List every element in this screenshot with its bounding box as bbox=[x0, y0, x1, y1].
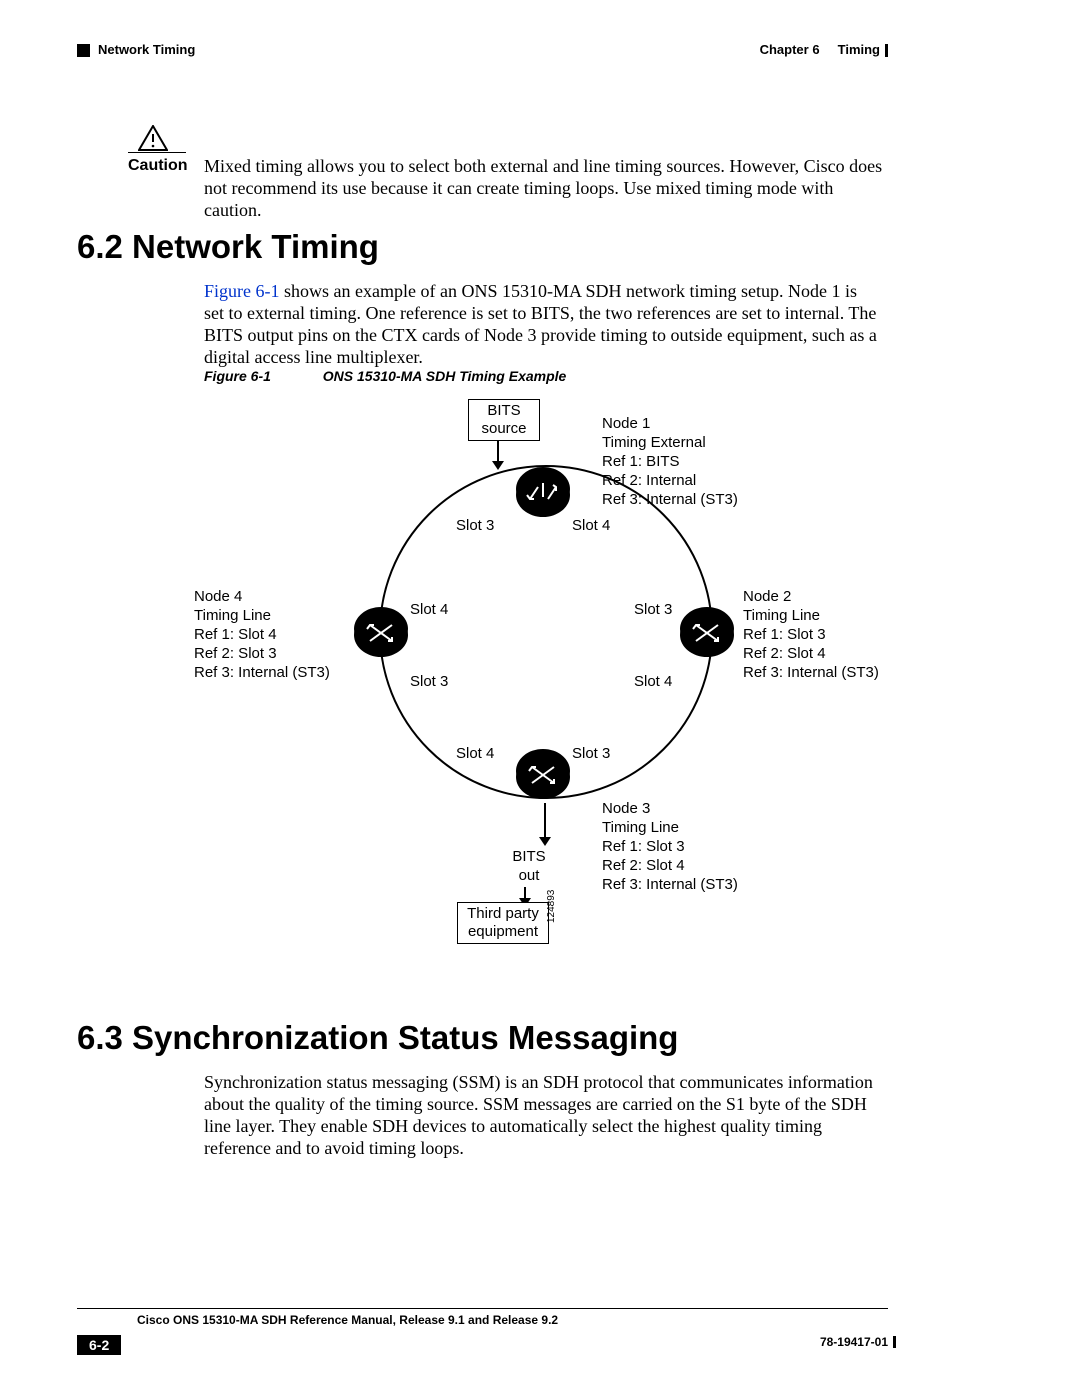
router-icon bbox=[516, 473, 570, 517]
page-number: 6-2 bbox=[77, 1335, 121, 1355]
section-6-2-body: Figure 6-1 shows an example of an ONS 15… bbox=[204, 280, 880, 368]
slot-label: Slot 4 bbox=[572, 517, 610, 534]
section-heading-6-2: 6.2 Network Timing bbox=[77, 228, 379, 266]
header-block-icon bbox=[77, 44, 90, 57]
chapter-title: Timing bbox=[838, 42, 880, 57]
footer-bar-icon bbox=[893, 1336, 896, 1348]
arrow-down-icon bbox=[497, 441, 499, 461]
third-party-box: Third partyequipment bbox=[457, 902, 549, 944]
document-number: 78-19417-01 bbox=[820, 1335, 888, 1349]
header-section: Network Timing bbox=[98, 42, 195, 57]
node4-label: Node 4Timing LineRef 1: Slot 4Ref 2: Slo… bbox=[194, 587, 330, 682]
section-6-2-text: shows an example of an ONS 15310-MA SDH … bbox=[204, 281, 877, 367]
slot-label: Slot 3 bbox=[634, 601, 672, 618]
slot-label: Slot 4 bbox=[634, 673, 672, 690]
bits-out-label: BITSout bbox=[504, 847, 554, 885]
node2-label: Node 2Timing LineRef 1: Slot 3Ref 2: Slo… bbox=[743, 587, 879, 682]
figure-title: ONS 15310-MA SDH Timing Example bbox=[323, 368, 567, 384]
figure-number-code: 124893 bbox=[546, 890, 557, 923]
footer-manual-title: Cisco ONS 15310-MA SDH Reference Manual,… bbox=[137, 1313, 888, 1327]
node1-label: Node 1Timing ExternalRef 1: BITSRef 2: I… bbox=[602, 414, 738, 509]
arrow-down-icon bbox=[544, 803, 546, 837]
header-chapter: Chapter 6 Timing bbox=[760, 42, 880, 57]
warning-icon bbox=[138, 125, 168, 155]
page-header: Chapter 6 Timing Network Timing bbox=[0, 42, 1080, 62]
document-number-text: 78-19417-01 bbox=[820, 1335, 888, 1349]
section-heading-6-3: 6.3 Synchronization Status Messaging bbox=[77, 1019, 678, 1057]
router-icon bbox=[680, 613, 734, 657]
arrow-down-icon bbox=[524, 887, 526, 898]
section-6-3-body: Synchronization status messaging (SSM) i… bbox=[204, 1071, 880, 1159]
figure-6-1: BITSsource Slot 3 Slot 4 Slot 3 Slot 4 S… bbox=[204, 395, 884, 975]
slot-label: Slot 3 bbox=[456, 517, 494, 534]
slot-label: Slot 4 bbox=[456, 745, 494, 762]
router-icon bbox=[516, 755, 570, 799]
slot-label: Slot 4 bbox=[410, 601, 448, 618]
caution-body: Mixed timing allows you to select both e… bbox=[204, 155, 884, 221]
slot-label: Slot 3 bbox=[572, 745, 610, 762]
bits-source-box: BITSsource bbox=[468, 399, 540, 441]
caution-label: Caution bbox=[128, 157, 188, 175]
header-bar-icon bbox=[885, 44, 888, 57]
figure-label: Figure 6-1 bbox=[204, 368, 271, 384]
figure-reference-link[interactable]: Figure 6-1 bbox=[204, 281, 280, 301]
page-footer: Cisco ONS 15310-MA SDH Reference Manual,… bbox=[77, 1308, 888, 1327]
figure-caption: Figure 6-1 ONS 15310-MA SDH Timing Examp… bbox=[204, 368, 566, 384]
slot-label: Slot 3 bbox=[410, 673, 448, 690]
node3-label: Node 3Timing LineRef 1: Slot 3Ref 2: Slo… bbox=[602, 799, 738, 894]
caution-rule bbox=[128, 152, 186, 153]
chapter-number: Chapter 6 bbox=[760, 42, 820, 57]
router-icon bbox=[354, 613, 408, 657]
